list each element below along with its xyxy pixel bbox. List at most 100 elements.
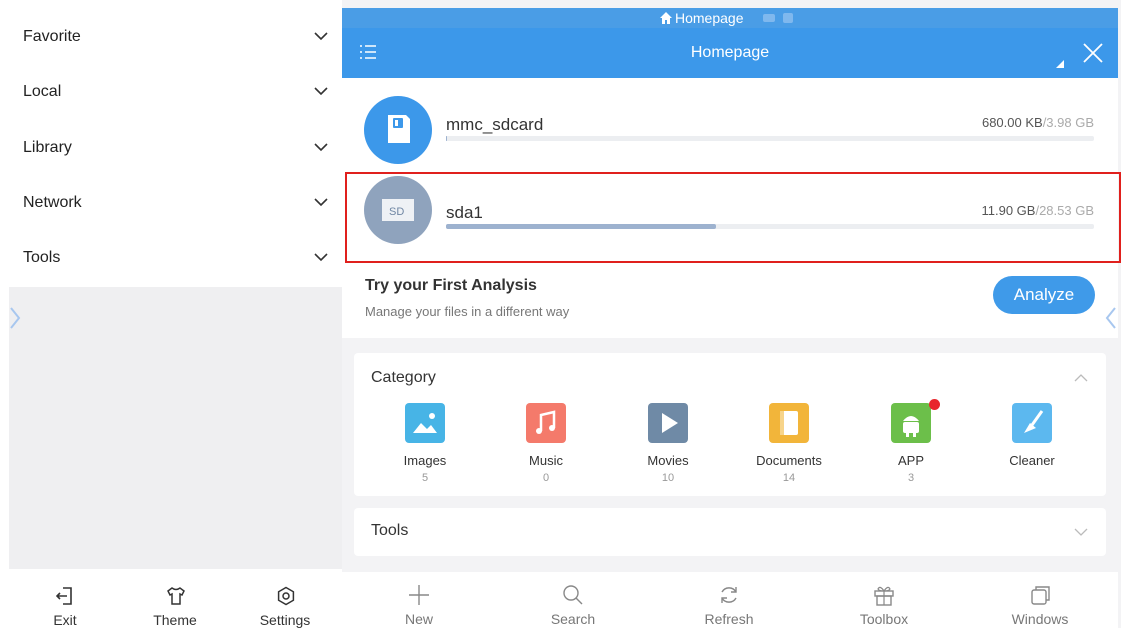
exit-icon — [56, 587, 72, 605]
refresh-button[interactable]: Refresh — [674, 572, 784, 628]
chevron-down-icon — [1074, 528, 1088, 536]
chevron-up-icon[interactable] — [1074, 373, 1088, 383]
refresh-icon — [721, 587, 737, 603]
drive-size: 680.00 KB/3.98 GB — [981, 115, 1094, 130]
notification-dot — [929, 399, 940, 410]
play-icon — [648, 403, 688, 443]
broom-icon — [1012, 403, 1052, 443]
category-label: Movies — [647, 453, 689, 468]
drive-usage-bar — [446, 224, 1094, 229]
storage-card: mmc_sdcard 680.00 KB/3.98 GB SD sda1 11.… — [342, 78, 1118, 338]
category-label: APP — [897, 453, 924, 468]
drive-usage-bar — [446, 136, 1094, 141]
drawer-item-label: Favorite — [23, 27, 81, 45]
category-documents[interactable]: Documents 14 — [739, 401, 839, 491]
drawer-item-label: Local — [23, 82, 62, 100]
drive-usage-fill — [446, 224, 717, 229]
category-label: Music — [529, 453, 563, 468]
category-label: Images — [403, 453, 447, 468]
status-bar: Homepage — [342, 8, 1118, 28]
collapse-arrow-icon[interactable] — [1105, 306, 1117, 330]
category-label: Documents — [756, 453, 822, 468]
chevron-down-icon — [314, 198, 328, 207]
drawer-item-label: Tools — [23, 248, 61, 266]
home-icon — [660, 12, 672, 24]
drawer-item-tools[interactable]: Tools — [0, 230, 342, 285]
category-card: Category Images 5 Music 0 Movies 10 Docu… — [354, 353, 1106, 496]
theme-label: Theme — [153, 612, 197, 628]
toolbox-label: Toolbox — [859, 611, 909, 627]
category-movies[interactable]: Movies 10 — [618, 401, 718, 491]
drive-name: mmc_sdcard — [446, 115, 544, 134]
drive-row-sda1[interactable]: SD sda1 11.90 GB/28.53 GB — [342, 172, 1118, 258]
drawer-item-label: Library — [23, 138, 72, 156]
exit-label: Exit — [53, 612, 77, 628]
analysis-title: Try your First Analysis — [365, 277, 537, 294]
windows-button[interactable]: Windows — [985, 572, 1095, 628]
search-button[interactable]: Search — [518, 572, 628, 628]
drawer-item-local[interactable]: Local — [0, 64, 342, 119]
music-icon — [526, 403, 566, 443]
chevron-down-icon — [314, 143, 328, 152]
sd-chip-icon: SD — [364, 176, 432, 244]
sdcard-icon — [364, 96, 432, 164]
drawer-empty-area — [9, 287, 342, 569]
category-label: Cleaner — [1009, 453, 1055, 468]
windows-icon — [1031, 586, 1050, 605]
drawer-item-library[interactable]: Library — [0, 120, 342, 175]
chevron-down-icon — [314, 253, 328, 262]
expand-arrow-icon[interactable] — [9, 306, 21, 330]
category-count: 0 — [542, 472, 550, 484]
plus-icon — [409, 585, 429, 605]
chevron-down-icon — [314, 87, 328, 96]
refresh-label: Refresh — [704, 611, 754, 627]
drive-size: 11.90 GB/28.53 GB — [981, 203, 1094, 218]
category-count: 3 — [907, 472, 915, 484]
tools-card[interactable]: Tools — [354, 508, 1106, 556]
app-bar-title: Homepage — [690, 44, 770, 61]
svg-text:SD: SD — [389, 206, 404, 218]
analysis-subtitle: Manage your files in a different way — [365, 304, 570, 319]
drive-row-mmc-sdcard[interactable]: mmc_sdcard 680.00 KB/3.98 GB — [342, 78, 1118, 164]
shirt-icon — [167, 587, 185, 605]
search-icon — [563, 585, 583, 605]
main-pane: Homepage Homepage mmc_sdcard 680.00 KB/3… — [342, 0, 1121, 628]
category-music[interactable]: Music 0 — [496, 401, 596, 491]
app-bar: Homepage — [342, 28, 1118, 78]
category-cleaner[interactable]: Cleaner — [982, 401, 1082, 491]
close-icon[interactable] — [1083, 43, 1103, 63]
exit-button[interactable]: Exit — [20, 576, 110, 628]
document-icon — [769, 403, 809, 443]
category-title: Category — [371, 369, 436, 386]
drawer-item-label: Network — [23, 193, 82, 211]
gift-icon — [874, 586, 894, 606]
search-label: Search — [550, 611, 596, 627]
windows-label: Windows — [1011, 611, 1069, 627]
category-count: 5 — [421, 472, 429, 484]
category-images[interactable]: Images 5 — [375, 401, 475, 491]
category-count: 10 — [661, 472, 675, 484]
navigation-drawer: Favorite Local Library Network Tools Exi… — [0, 0, 342, 628]
bottom-toolbar: New Search Refresh Toolbox Windows — [342, 572, 1118, 628]
analyze-button[interactable]: Analyze — [993, 276, 1095, 314]
new-button[interactable]: New — [364, 572, 474, 628]
toolbox-button[interactable]: Toolbox — [829, 572, 939, 628]
chevron-down-icon — [314, 32, 328, 41]
drawer-footer: Exit Theme Settings — [0, 576, 342, 628]
drawer-item-favorite[interactable]: Favorite — [0, 9, 342, 64]
new-label: New — [404, 611, 433, 627]
category-count: 14 — [782, 472, 796, 484]
lock-icon — [783, 13, 793, 23]
android-icon — [891, 403, 931, 443]
category-app[interactable]: APP 3 — [861, 399, 961, 491]
theme-button[interactable]: Theme — [130, 576, 220, 628]
message-icon — [763, 14, 775, 22]
status-bar-title: Homepage — [675, 10, 744, 26]
resize-corner-icon — [1056, 60, 1064, 68]
gear-icon — [277, 586, 295, 606]
drawer-item-network[interactable]: Network — [0, 175, 342, 230]
drive-name: sda1 — [446, 203, 483, 222]
settings-button[interactable]: Settings — [240, 576, 330, 628]
settings-label: Settings — [259, 612, 311, 628]
tools-title: Tools — [371, 522, 409, 539]
